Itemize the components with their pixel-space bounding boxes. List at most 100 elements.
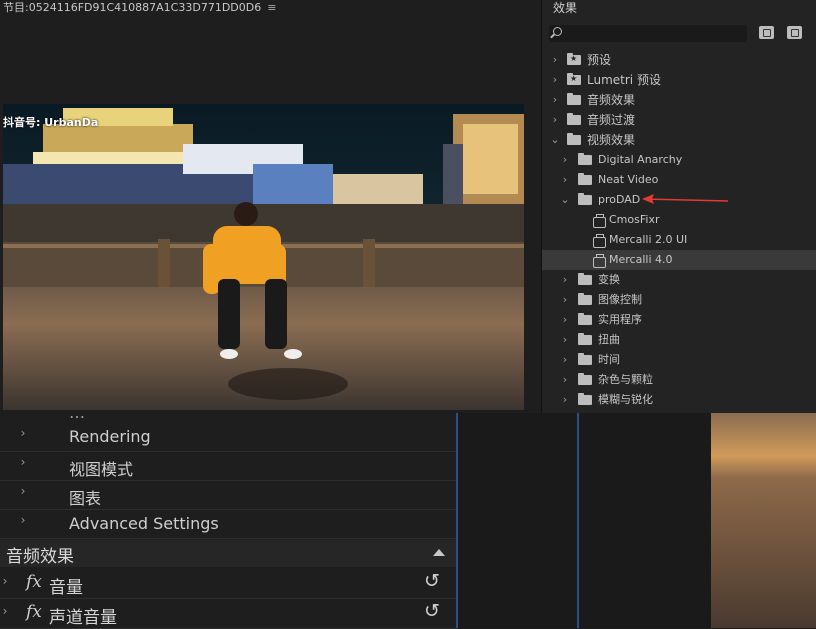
effects-tree-label: 预设 [587, 53, 612, 67]
clipped-row-label: … [69, 403, 85, 422]
control-row-label: 图表 [69, 489, 102, 508]
effect-icon [593, 214, 606, 228]
effects-tree-label: Digital Anarchy [598, 153, 683, 166]
thumbnail-image [711, 413, 816, 628]
fx-row-label: 声道音量 [49, 608, 117, 628]
fx-icon[interactable]: fx [26, 602, 42, 622]
chevron-right-icon[interactable]: › [560, 150, 570, 170]
chevron-right-icon[interactable]: › [550, 90, 560, 110]
chevron-right-icon[interactable]: › [18, 455, 28, 469]
effects-tree-item[interactable]: › 音频效果 [542, 90, 816, 110]
effects-tree-item[interactable]: › Digital Anarchy [542, 150, 816, 170]
control-row-chart[interactable]: › 图表 [0, 480, 456, 510]
new-custom-bin-icon[interactable] [759, 26, 774, 39]
effects-panel-title[interactable]: 效果 [553, 0, 577, 16]
folder-icon [567, 133, 581, 145]
effects-tree-label: proDAD [598, 193, 641, 206]
audio-effects-header[interactable]: 音频效果 [0, 540, 456, 567]
collapse-triangle-icon[interactable] [433, 549, 445, 556]
video-frame-image [3, 104, 524, 410]
effects-search-input[interactable] [565, 25, 743, 42]
effects-tree-item[interactable]: › 扭曲 [542, 330, 816, 350]
effects-tree-label: 视频效果 [587, 133, 636, 147]
program-monitor-panel: 节目:0524116FD91C410887A1C33D771DD0D6 ≡ 抖音… [0, 0, 541, 413]
fx-icon[interactable]: fx [26, 572, 42, 592]
effects-tree-item[interactable]: › Lumetri 预设 [542, 69, 816, 90]
program-monitor-tab[interactable]: 节目:0524116FD91C410887A1C33D771DD0D6 ≡ [0, 0, 544, 16]
effects-tree-label: CmosFixr [609, 213, 660, 226]
effects-tree-label: 变换 [598, 273, 620, 286]
chevron-right-icon[interactable]: › [550, 70, 560, 90]
fx-row-channel-volume[interactable]: › fx 声道音量 ↺ [0, 599, 456, 629]
reset-icon[interactable]: ↺ [424, 570, 440, 592]
effects-tree-item[interactable]: ⌄ 视频效果 [542, 130, 816, 150]
control-row-label: Rendering [69, 427, 151, 446]
effects-tree-item[interactable]: › 预设 [542, 49, 816, 70]
chevron-right-icon[interactable]: › [560, 370, 570, 390]
chevron-right-icon[interactable]: › [550, 50, 560, 70]
folder-icon [567, 93, 581, 105]
chevron-right-icon[interactable]: › [18, 513, 28, 527]
effects-tree-item[interactable]: Mercalli 4.0 [542, 250, 816, 270]
control-row-view-mode[interactable]: › 视图模式 [0, 451, 456, 481]
reset-icon[interactable]: ↺ [424, 600, 440, 622]
chevron-right-icon[interactable]: › [0, 604, 10, 618]
video-preview[interactable] [3, 104, 524, 410]
folder-icon [578, 293, 592, 305]
effects-tree-item[interactable]: › 杂色与颗粒 [542, 370, 816, 390]
effects-tree-item[interactable]: Mercalli 2.0 UI [542, 230, 816, 250]
chevron-down-icon[interactable]: ⌄ [550, 130, 560, 150]
chevron-right-icon[interactable]: › [560, 330, 570, 350]
effects-panel: 效果 › 预设 › Lumetri 预设 › 音频效果 › 音频过渡 ⌄ 视频效果 › Digital… [541, 0, 816, 413]
effects-tree-item[interactable]: › 图像控制 [542, 290, 816, 310]
effects-tree-item[interactable]: CmosFixr [542, 210, 816, 230]
effect-icon [593, 254, 606, 268]
chevron-down-icon[interactable]: ⌄ [560, 190, 570, 210]
new-preset-bin-icon[interactable] [787, 26, 802, 39]
effects-tree: › 预设 › Lumetri 预设 › 音频效果 › 音频过渡 ⌄ 视频效果 › Digital An… [542, 49, 816, 410]
chevron-right-icon[interactable]: › [0, 574, 10, 588]
effects-tree-item[interactable]: › 实用程序 [542, 310, 816, 330]
effects-tree-label: 杂色与颗粒 [598, 373, 653, 386]
control-row-label: 视图模式 [69, 460, 134, 479]
timeline-playhead-line [577, 413, 579, 628]
chevron-right-icon[interactable]: › [18, 426, 28, 440]
chevron-right-icon[interactable]: › [560, 390, 570, 410]
effect-icon [593, 234, 606, 248]
chevron-right-icon[interactable]: › [560, 170, 570, 190]
effects-tree-label: Neat Video [598, 173, 659, 186]
chevron-right-icon[interactable]: › [560, 350, 570, 370]
control-row-label: Advanced Settings [69, 514, 219, 533]
chevron-right-icon[interactable]: › [560, 270, 570, 290]
control-row-advanced-settings[interactable]: › Advanced Settings [0, 509, 456, 539]
hamburger-icon[interactable]: ≡ [267, 1, 276, 14]
chevron-right-icon[interactable]: › [18, 484, 28, 498]
control-row-rendering[interactable]: › Rendering [0, 422, 456, 452]
effects-tree-item[interactable]: › 变换 [542, 270, 816, 290]
audio-effects-title: 音频效果 [6, 547, 74, 567]
fx-row-label: 音量 [49, 578, 83, 598]
effects-tree-item[interactable]: › 模糊与锐化 [542, 390, 816, 410]
effects-search-box[interactable] [549, 25, 747, 42]
effects-tree-label: Mercalli 4.0 [609, 253, 673, 266]
effects-tree-label: Mercalli 2.0 UI [609, 233, 688, 246]
folder-icon [578, 193, 592, 205]
folder-icon [578, 273, 592, 285]
program-title: 节目:0524116FD91C410887A1C33D771DD0D6 [3, 1, 262, 14]
effects-tree-label: 音频过渡 [587, 113, 636, 127]
effects-tree-item[interactable]: › 时间 [542, 350, 816, 370]
effects-tree-label: 模糊与锐化 [598, 393, 653, 406]
search-icon [553, 27, 562, 36]
effects-tree-label: Lumetri 预设 [587, 73, 661, 87]
folder-icon [578, 393, 592, 405]
effects-tree-item[interactable]: › Neat Video [542, 170, 816, 190]
fx-row-volume[interactable]: › fx 音量 ↺ [0, 569, 456, 599]
chevron-right-icon[interactable]: › [560, 290, 570, 310]
effects-tree-label: 音频效果 [587, 93, 636, 107]
effects-tree-item[interactable]: › 音频过渡 [542, 110, 816, 130]
folder-icon [567, 113, 581, 125]
chevron-right-icon[interactable]: › [560, 310, 570, 330]
chevron-right-icon[interactable]: › [550, 110, 560, 130]
folder-icon [578, 353, 592, 365]
folder-icon [578, 333, 592, 345]
